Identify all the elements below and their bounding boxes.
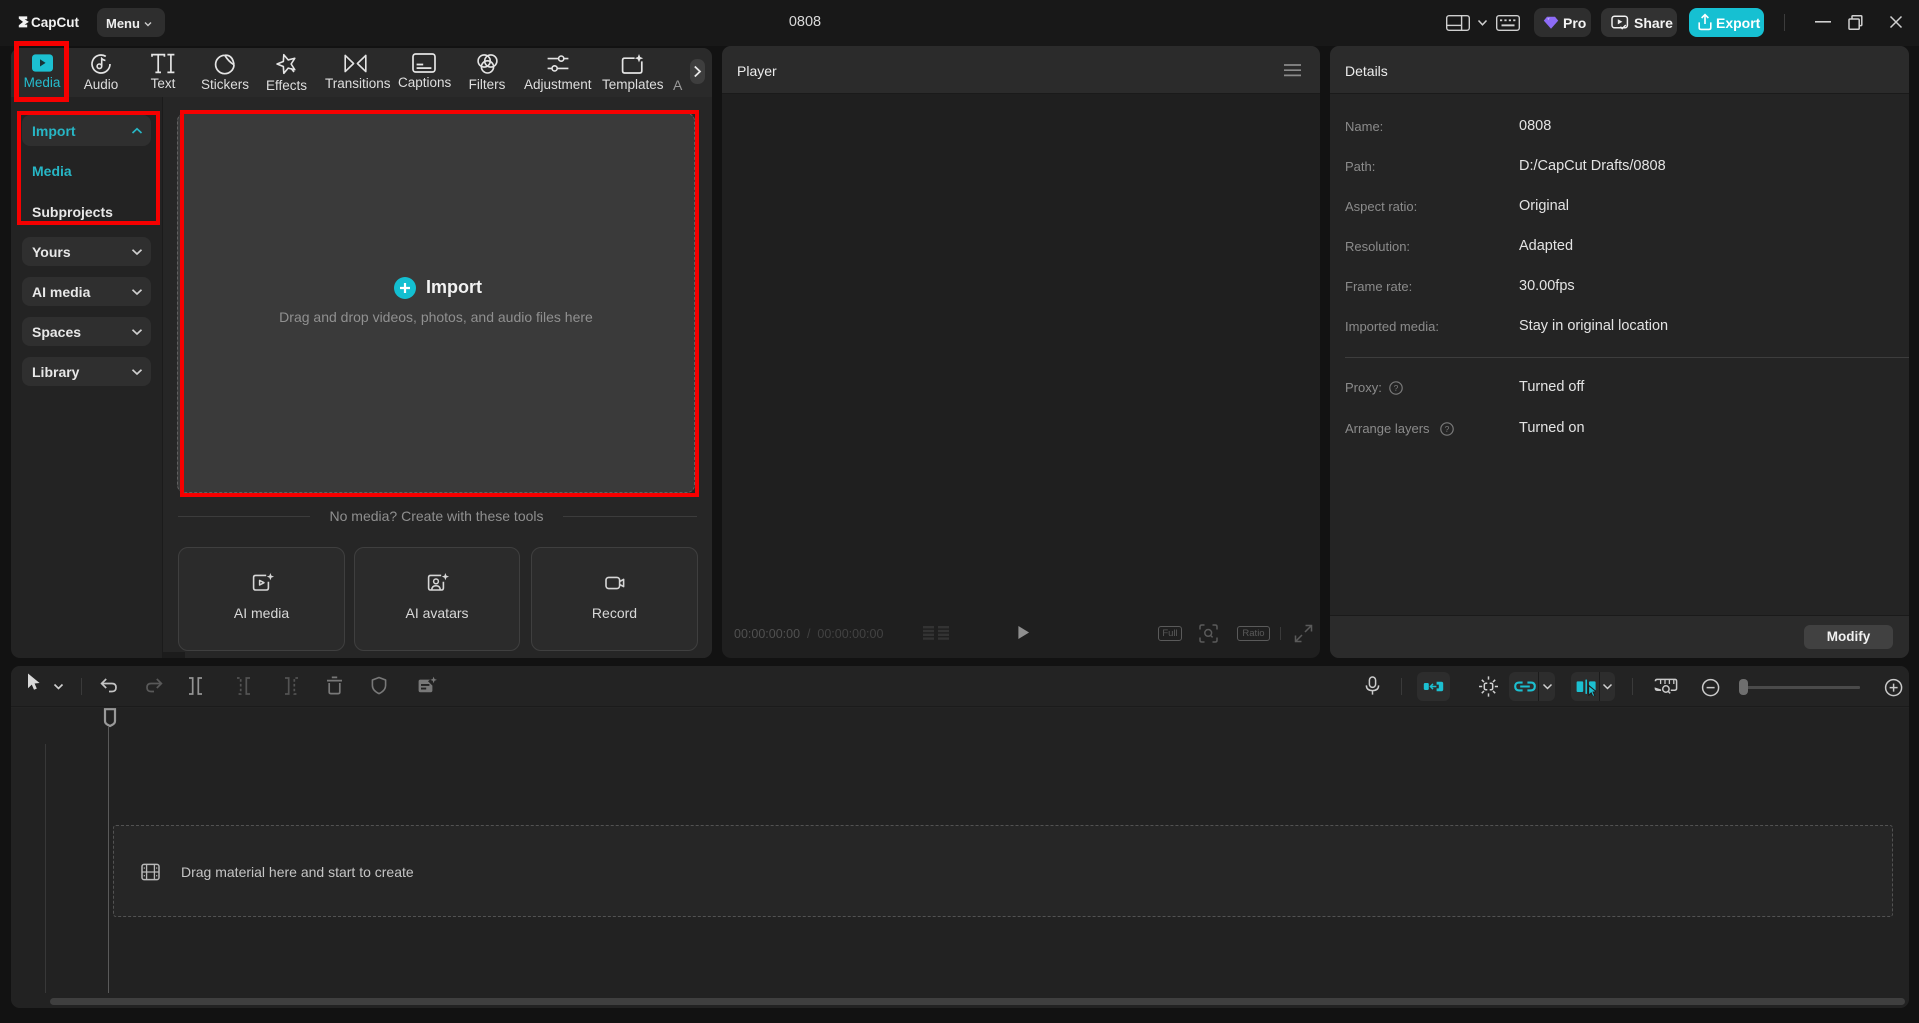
svg-text:?: ? (1394, 383, 1399, 393)
svg-text:?: ? (1445, 424, 1450, 434)
